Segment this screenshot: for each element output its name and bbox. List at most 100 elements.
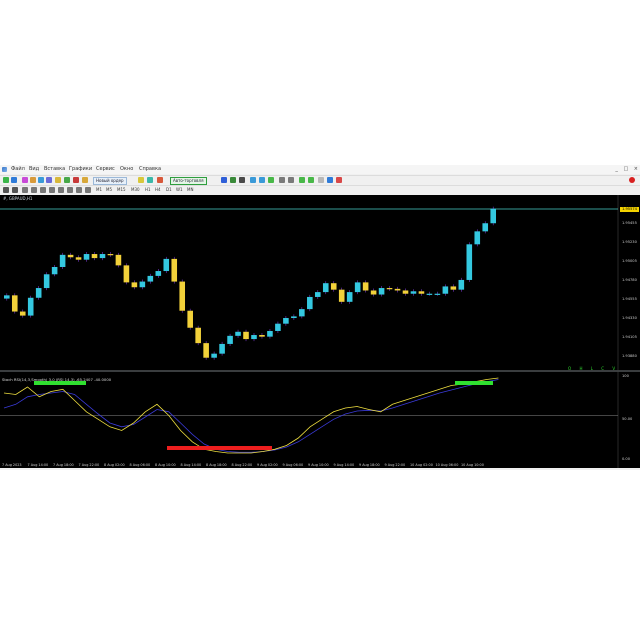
horizontal-line-icon[interactable] [31,187,37,193]
time-axis-label: 9 Aug 06:00 [282,463,304,467]
text-icon[interactable] [67,187,73,193]
new-chart-icon[interactable] [3,177,9,183]
candle-body [235,331,241,336]
autoscroll-icon[interactable] [288,177,294,183]
periods-icon[interactable] [308,177,314,183]
timeframe-m15[interactable]: M15 [117,187,126,192]
timeframe-mn[interactable]: MN [187,187,193,192]
candle-body [187,310,193,328]
menu-file[interactable]: Файл [11,166,25,173]
candle-body [51,266,58,275]
candle-body [490,208,497,224]
tile-windows-icon[interactable] [268,177,274,183]
options-icon[interactable] [82,177,88,183]
chart-window[interactable]: #, GBPAUD,H1 1.95574 1.95455 1.95230 1.9… [0,195,640,468]
timeframe-m30[interactable]: M30 [131,187,140,192]
auto-trading-button[interactable]: Авто-торговля [170,177,207,185]
metaeditor-icon[interactable] [138,177,144,183]
candle-body [362,282,369,291]
vertical-line-icon[interactable] [22,187,28,193]
candle-body [75,257,82,260]
menu-help[interactable]: Справка [139,166,161,173]
candle-body [91,254,98,259]
line-chart-icon[interactable] [239,177,245,183]
zoom-out-icon[interactable] [259,177,265,183]
candle-body [83,254,90,260]
menu-charts[interactable]: Графики [69,166,92,173]
arrows-icon[interactable] [85,187,91,193]
candle-body [179,281,186,311]
time-axis-label: 8 Aug 22:00 [231,463,253,467]
ohlc-high: H [579,366,583,371]
timeframe-d1[interactable]: D1 [166,187,172,192]
drawing-toolbar: M1 M5 M15 M30 H1 H4 D1 W1 MN [0,185,640,194]
timeframe-h4[interactable]: H4 [155,187,161,192]
cursor-icon[interactable] [3,187,9,193]
chart-shift-icon[interactable] [279,177,285,183]
notification-icon[interactable] [629,177,635,183]
trendline-icon[interactable] [40,187,46,193]
standard-toolbar: Новый ордер Авто-торговля [0,175,640,185]
editor-icon[interactable] [64,177,70,183]
terminal-icon[interactable] [46,177,52,183]
candlestick-icon[interactable] [230,177,236,183]
candle-body [211,353,217,358]
maximize-button[interactable]: □ [623,166,628,172]
osc-axis-label: 50.00 [622,417,633,421]
menu-tools[interactable]: Сервис [96,166,115,173]
price-axis-label: 1.95455 [622,221,637,225]
current-price-tag: 1.95574 [620,207,639,212]
timeframe-m1[interactable]: M1 [96,187,102,192]
candle-body [322,283,329,293]
menu-view[interactable]: Вид [29,166,39,173]
time-axis-label: 9 Aug 02:00 [257,463,278,467]
zoom-in-icon[interactable] [250,177,256,183]
strategy-tester-icon[interactable] [55,177,61,183]
price-axis-label: 1.94105 [622,335,637,339]
ohlc-low: L [590,366,593,371]
time-axis-label: 9 Aug 10:00 [308,463,329,467]
search-icon[interactable] [327,177,333,183]
channel-icon[interactable] [49,187,55,193]
chart-window-icon[interactable] [73,177,79,183]
price-axis-label: 1.94555 [622,297,637,301]
timeframe-m5[interactable]: M5 [106,187,112,192]
candle-body [410,291,417,294]
fibonacci-icon[interactable] [58,187,64,193]
profiles-icon[interactable] [11,177,17,183]
signals-icon[interactable] [147,177,153,183]
minimize-button[interactable]: _ [615,166,618,172]
market-icon[interactable] [157,177,163,183]
stop-icon[interactable] [336,177,342,183]
candle-body [99,254,106,259]
menu-insert[interactable]: Вставка [44,166,65,173]
data-window-icon[interactable] [30,177,36,183]
time-axis-label: 7 Aug 2023 [2,463,22,467]
timeframe-w1[interactable]: W1 [176,187,183,192]
candle-body [450,286,457,290]
timeframe-h1[interactable]: H1 [145,187,151,192]
candle-body [370,290,377,295]
candle-body [251,335,257,340]
time-axis-label: 8 Aug 06:00 [129,463,151,467]
bar-chart-icon[interactable] [221,177,227,183]
label-icon[interactable] [76,187,82,193]
new-order-button[interactable]: Новый ордер [93,177,127,185]
navigator-icon[interactable] [38,177,44,183]
oscillator-signal-line [3,379,499,453]
candle-body [35,288,42,298]
candle-body [163,258,170,272]
market-watch-icon[interactable] [22,177,28,183]
close-button[interactable]: × [634,166,638,172]
candle-body [434,293,441,295]
crosshair-icon[interactable] [12,187,18,193]
window-controls: _ □ × [611,166,638,172]
candle-body [482,223,489,232]
price-chart[interactable] [0,195,640,468]
candle-body [275,323,281,331]
indicators-icon[interactable] [299,177,305,183]
templates-icon[interactable] [318,177,324,183]
ohlc-volume: V [612,366,616,371]
menu-window[interactable]: Окно [120,166,133,173]
time-axis-label: 8 Aug 10:00 [155,463,176,467]
